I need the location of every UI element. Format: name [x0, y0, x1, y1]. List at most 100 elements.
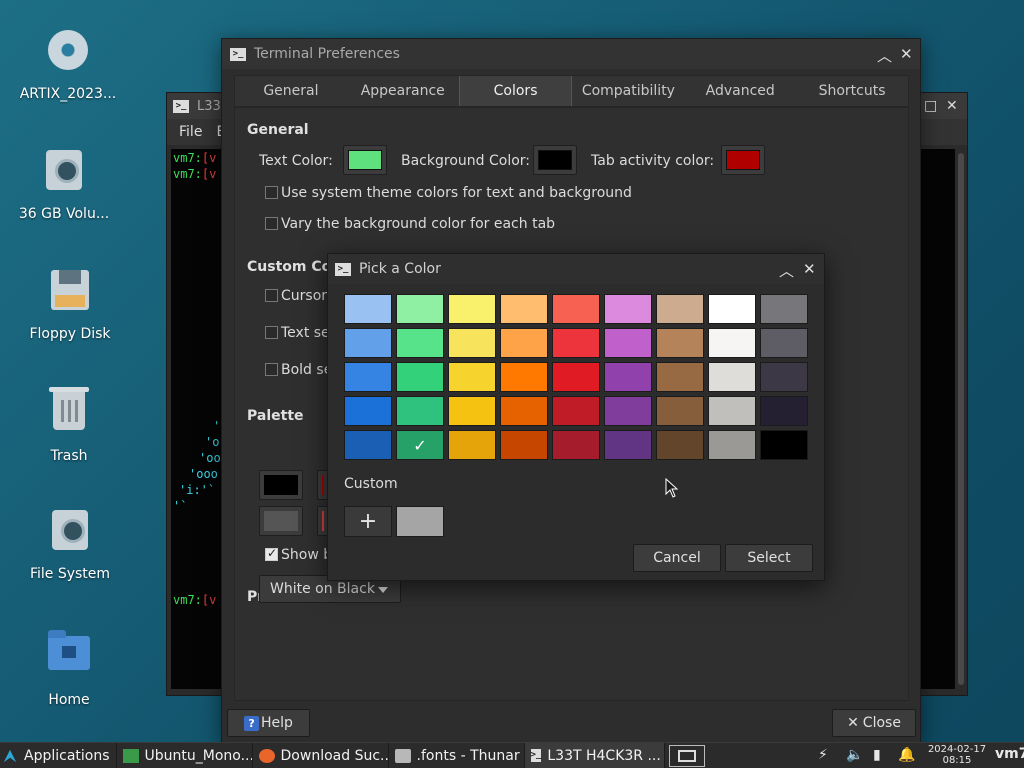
color-swatch-3-5[interactable] — [604, 396, 652, 426]
color-swatch-1-5[interactable] — [604, 328, 652, 358]
cursor-color-checkbox[interactable] — [265, 289, 278, 302]
desktop-icon-trash[interactable]: Trash — [9, 386, 129, 464]
menu-file[interactable]: File — [179, 124, 202, 140]
use-system-theme-checkbox[interactable] — [265, 186, 278, 199]
color-swatch-2-3[interactable] — [500, 362, 548, 392]
desktop-icon-home[interactable]: Home — [9, 626, 129, 708]
tab-advanced[interactable]: Advanced — [684, 76, 796, 106]
bg-color-button[interactable] — [533, 145, 577, 175]
taskbar-item-terminal[interactable]: >_ L33T H4CK3R ... — [524, 742, 665, 768]
color-swatch-0-6[interactable] — [656, 294, 704, 324]
taskbar-item-thunar[interactable]: .fonts - Thunar — [389, 742, 525, 768]
close-icon[interactable]: ✕ — [803, 260, 816, 278]
color-swatch-0-4[interactable] — [552, 294, 600, 324]
picker-titlebar[interactable]: >_ Pick a Color — [328, 254, 824, 284]
color-swatch-0-8[interactable] — [760, 294, 808, 324]
maximize-icon[interactable]: □ — [924, 98, 937, 114]
color-swatch-2-0[interactable] — [344, 362, 392, 392]
tab-general[interactable]: General — [235, 76, 347, 106]
taskbar-item-ubuntu-mono[interactable]: Ubuntu_Mono.... — [117, 742, 253, 768]
terminal-icon: >_ — [530, 749, 542, 762]
color-swatch-4-3[interactable] — [500, 430, 548, 460]
bold-color-checkbox[interactable] — [265, 363, 278, 376]
color-swatch-0-3[interactable] — [500, 294, 548, 324]
notification-bell-icon[interactable]: 🔔 — [898, 747, 915, 763]
color-swatch-2-6[interactable] — [656, 362, 704, 392]
volume-icon[interactable]: 🔈 — [846, 747, 863, 763]
color-swatch-1-4[interactable] — [552, 328, 600, 358]
text-selection-checkbox[interactable] — [265, 326, 278, 339]
custom-color-swatch[interactable] — [396, 506, 444, 537]
color-swatch-2-7[interactable] — [708, 362, 756, 392]
color-swatch-3-8[interactable] — [760, 396, 808, 426]
color-swatch-1-8[interactable] — [760, 328, 808, 358]
network-icon[interactable]: ⚡ — [818, 747, 828, 763]
tab-appearance[interactable]: Appearance — [347, 76, 459, 106]
shade-icon[interactable]: ︿ — [779, 260, 794, 281]
color-swatch-0-2[interactable] — [448, 294, 496, 324]
taskbar-item-firefox[interactable]: Download Suc... — [253, 742, 389, 768]
color-swatch-4-0[interactable] — [344, 430, 392, 460]
color-swatch-2-8[interactable] — [760, 362, 808, 392]
color-swatch-1-0[interactable] — [344, 328, 392, 358]
color-swatch-3-7[interactable] — [708, 396, 756, 426]
applications-menu-button[interactable]: Applications — [0, 742, 117, 768]
battery-icon[interactable]: ▮ — [873, 747, 881, 763]
text-color-button[interactable] — [343, 145, 387, 175]
color-swatch-2-2[interactable] — [448, 362, 496, 392]
clock[interactable]: 2024-02-17 08:15 — [924, 744, 990, 766]
color-swatch-0-7[interactable] — [708, 294, 756, 324]
color-swatch-3-2[interactable] — [448, 396, 496, 426]
vary-bg-checkbox[interactable] — [265, 217, 278, 230]
close-icon[interactable]: ✕ — [900, 45, 913, 63]
palette-color-0[interactable] — [259, 470, 303, 500]
select-button[interactable]: Select — [725, 544, 813, 572]
color-swatch-2-1[interactable] — [396, 362, 444, 392]
close-icon[interactable]: ✕ — [946, 98, 958, 114]
tab-shortcuts[interactable]: Shortcuts — [796, 76, 908, 106]
desktop-icon-filesystem[interactable]: File System — [10, 506, 130, 582]
color-swatch-2-5[interactable] — [604, 362, 652, 392]
tab-activity-color-button[interactable] — [721, 145, 765, 175]
color-swatch-4-5[interactable] — [604, 430, 652, 460]
color-swatch-3-3[interactable] — [500, 396, 548, 426]
terminal-scrollbar[interactable] — [958, 153, 964, 685]
color-swatch-1-6[interactable] — [656, 328, 704, 358]
color-swatch-4-8[interactable] — [760, 430, 808, 460]
user-name[interactable]: vm7 — [995, 746, 1024, 762]
cancel-button[interactable]: Cancel — [633, 544, 721, 572]
desktop-icon-volume[interactable]: 36 GB Volu... — [4, 146, 124, 222]
color-swatch-3-6[interactable] — [656, 396, 704, 426]
show-bold-checkbox[interactable] — [265, 546, 278, 561]
color-swatch-3-1[interactable] — [396, 396, 444, 426]
desktop-icon-artix[interactable]: ARTIX_2023... — [8, 26, 128, 102]
desktop-icon-floppy[interactable]: Floppy Disk — [10, 266, 130, 342]
color-swatch-4-4[interactable] — [552, 430, 600, 460]
pick-a-color-dialog[interactable]: >_ Pick a Color ︿ ✕ ✓ Custom + Cancel Se… — [327, 253, 825, 581]
color-swatch-0-0[interactable] — [344, 294, 392, 324]
color-swatch-1-3[interactable] — [500, 328, 548, 358]
color-swatch-0-1[interactable] — [396, 294, 444, 324]
help-button[interactable]: ? Help — [227, 709, 310, 737]
add-custom-color-button[interactable]: + — [344, 506, 392, 537]
tab-colors[interactable]: Colors — [458, 76, 573, 106]
ascii-art-line: 'o — [205, 435, 220, 449]
show-desktop-button[interactable] — [668, 744, 705, 767]
tab-compatibility[interactable]: Compatibility — [572, 76, 684, 106]
color-swatch-4-7[interactable] — [708, 430, 756, 460]
color-swatch-4-1[interactable]: ✓ — [396, 430, 444, 460]
picker-title: Pick a Color — [359, 261, 441, 277]
color-swatch-3-0[interactable] — [344, 396, 392, 426]
color-swatch-1-7[interactable] — [708, 328, 756, 358]
color-swatch-0-5[interactable] — [604, 294, 652, 324]
shade-icon[interactable]: ︿ — [877, 45, 892, 66]
prefs-titlebar[interactable]: >_ Terminal Preferences — [222, 39, 920, 69]
color-swatch-1-1[interactable] — [396, 328, 444, 358]
palette-color-8[interactable] — [259, 506, 303, 536]
color-swatch-3-4[interactable] — [552, 396, 600, 426]
close-button[interactable]: ✕ Close — [832, 709, 916, 737]
color-swatch-4-6[interactable] — [656, 430, 704, 460]
color-swatch-4-2[interactable] — [448, 430, 496, 460]
color-swatch-1-2[interactable] — [448, 328, 496, 358]
color-swatch-2-4[interactable] — [552, 362, 600, 392]
